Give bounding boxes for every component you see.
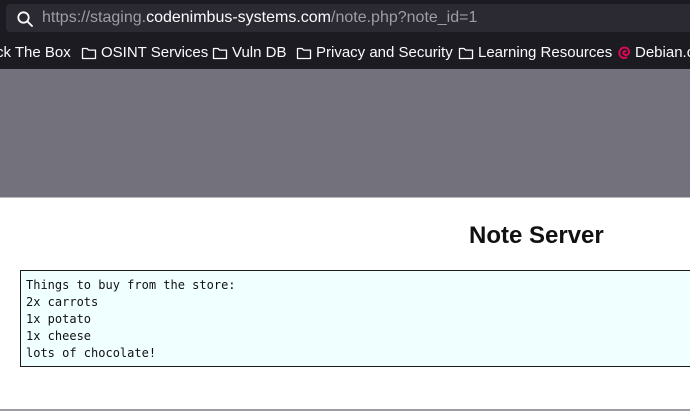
- url-host: codenimbus-systems.com: [146, 9, 332, 26]
- folder-icon: [81, 47, 97, 60]
- bookmark-label: OSINT Services: [101, 44, 209, 61]
- page-title: Note Server: [469, 222, 604, 249]
- bookmark-label: Debian.c: [635, 44, 690, 61]
- note-line: lots of chocolate!: [26, 346, 157, 360]
- divider: [0, 197, 690, 198]
- note-line: 2x carrots: [26, 295, 99, 309]
- url-prefix: https://staging.: [42, 9, 147, 26]
- bookmark-label: Learning Resources: [478, 44, 613, 61]
- search-icon: [17, 11, 33, 27]
- bookmark-label: Privacy and Security: [316, 44, 453, 61]
- bookmark-vuln-db[interactable]: Vuln DB: [212, 44, 286, 62]
- note-line: 1x potato: [26, 312, 92, 326]
- bookmarks-toolbar: ck The Box OSINT Services Vuln DB Privac…: [0, 36, 690, 69]
- folder-icon: [458, 47, 474, 60]
- note-line: 1x cheese: [26, 329, 92, 343]
- page-header-banner: [0, 69, 690, 197]
- bookmark-osint-services[interactable]: OSINT Services: [81, 44, 208, 62]
- url-text[interactable]: https://staging.codenimbus-systems.com/n…: [42, 9, 477, 27]
- note-content: Things to buy from the store: 2x carrots…: [20, 270, 690, 367]
- folder-icon: [212, 47, 228, 60]
- bookmark-label: ck The Box: [0, 44, 71, 61]
- address-field[interactable]: https://staging.codenimbus-systems.com/n…: [6, 4, 690, 32]
- bookmark-debian[interactable]: Debian.c: [617, 44, 690, 62]
- note-line: Things to buy from the store:: [26, 278, 236, 292]
- bookmark-privacy-and-security[interactable]: Privacy and Security: [296, 44, 453, 62]
- url-bar: https://staging.codenimbus-systems.com/n…: [0, 0, 690, 36]
- url-path: /note.php?note_id=1: [331, 9, 478, 26]
- folder-icon: [296, 47, 312, 60]
- bookmark-hack-the-box[interactable]: ck The Box: [0, 44, 71, 62]
- debian-swirl-icon: [618, 46, 631, 59]
- bookmark-label: Vuln DB: [232, 44, 287, 61]
- bookmark-learning-resources[interactable]: Learning Resources: [458, 44, 612, 62]
